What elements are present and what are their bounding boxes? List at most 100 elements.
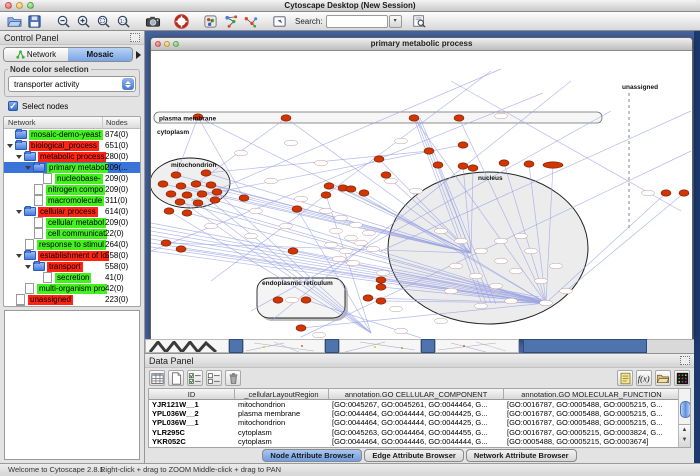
gene-node[interactable] — [376, 284, 386, 290]
gene-label-oval[interactable] — [495, 258, 508, 264]
gene-node[interactable] — [161, 240, 171, 246]
gene-label-oval[interactable] — [455, 238, 468, 244]
gene-node[interactable] — [363, 295, 373, 301]
gene-label-oval[interactable] — [313, 332, 326, 338]
advanced-search-icon[interactable] — [410, 13, 429, 30]
gene-label-oval[interactable] — [445, 288, 458, 294]
gene-node[interactable] — [171, 172, 181, 178]
tree-row[interactable]: multi-organism pro42(0) — [4, 283, 140, 294]
tree-row[interactable]: cell communicat22(0) — [4, 228, 140, 239]
save-icon[interactable] — [25, 13, 44, 30]
unselect-attributes-icon[interactable] — [206, 370, 222, 386]
formula-icon[interactable]: f(x) — [636, 370, 652, 386]
gene-label-oval[interactable] — [435, 318, 448, 324]
table-row[interactable]: YLR295Ccytoplasm[GO:0045263, GO:0044464,… — [149, 428, 690, 437]
gene-label-oval[interactable] — [250, 208, 263, 214]
disclosure-triangle-icon[interactable] — [16, 254, 22, 258]
tab-network-attribute-browser[interactable]: Network Attribute Browser — [466, 449, 577, 462]
float-panel-icon[interactable] — [130, 33, 140, 42]
minimized-windows-strip[interactable] — [145, 339, 694, 353]
gene-label-oval[interactable] — [355, 240, 368, 246]
gene-label-oval[interactable] — [245, 233, 258, 239]
tree-column-network[interactable]: Network — [4, 117, 103, 128]
gene-label-oval[interactable] — [395, 138, 408, 144]
new-attribute-icon[interactable] — [168, 370, 184, 386]
tab-network[interactable]: Network — [4, 48, 68, 61]
layout-network-icon[interactable] — [221, 13, 240, 30]
tree-row[interactable]: nucleobase-209(0) — [4, 173, 140, 184]
gene-label-oval[interactable] — [330, 228, 343, 234]
gene-label-oval[interactable] — [265, 178, 278, 184]
network-canvas[interactable]: plasma membranecytoplasmmitochondrionnuc… — [151, 51, 692, 339]
gene-node[interactable] — [458, 142, 468, 148]
table-scrollbar[interactable]: ▲▼ — [678, 389, 690, 447]
tree-row[interactable]: response to stimul264(0) — [4, 239, 140, 250]
table-row[interactable]: YPL036W__2plasma membrane[GO:0044464, GO… — [149, 409, 690, 418]
tree-row[interactable]: primary metabol209(... — [4, 162, 140, 173]
gene-node[interactable] — [381, 172, 391, 178]
gene-node[interactable] — [182, 192, 192, 198]
minimized-window-thumbnail[interactable] — [435, 339, 519, 353]
column-header[interactable]: annotation.GO CELLULAR_COMPONENT — [329, 389, 504, 400]
table-row[interactable]: YKR052Ccytoplasm[GO:0044464, GO:0044446,… — [149, 437, 690, 446]
disclosure-triangle-icon[interactable] — [25, 166, 31, 170]
minimized-window-thumbnail[interactable] — [243, 339, 325, 353]
tree-row[interactable]: unassigned223(0) — [4, 294, 140, 305]
gene-node[interactable] — [679, 190, 689, 196]
minimized-window-bar[interactable] — [421, 339, 435, 353]
gene-node[interactable] — [296, 325, 306, 331]
tree-row[interactable]: cellular metabol209(0) — [4, 217, 140, 228]
column-header[interactable]: ID — [149, 389, 235, 400]
gene-node[interactable] — [359, 190, 369, 196]
gene-label-oval[interactable] — [470, 273, 483, 279]
gene-label-oval[interactable] — [333, 256, 346, 262]
tab-node-attribute-browser[interactable]: Node Attribute Browser — [262, 449, 362, 462]
gene-label-oval[interactable] — [235, 150, 248, 156]
tab-edge-attribute-browser[interactable]: Edge Attribute Browser — [364, 449, 463, 462]
disclosure-triangle-icon[interactable] — [16, 155, 22, 159]
gene-label-oval[interactable] — [475, 248, 488, 254]
gene-node[interactable] — [193, 200, 203, 206]
birds-eye-view[interactable] — [4, 310, 140, 460]
gene-label-oval[interactable] — [205, 223, 218, 229]
float-panel-icon[interactable] — [680, 356, 690, 365]
gene-node[interactable] — [433, 162, 443, 168]
gene-label-oval[interactable] — [515, 233, 528, 239]
column-header[interactable]: annotation.GO MOLECULAR_FUNCTION — [504, 389, 680, 400]
gene-label-oval[interactable] — [345, 235, 358, 241]
zoom-selected-icon[interactable] — [94, 13, 113, 30]
gene-label-oval[interactable] — [340, 248, 353, 254]
gene-node[interactable] — [288, 248, 298, 254]
gene-label-oval[interactable] — [540, 300, 553, 306]
gene-node[interactable] — [175, 199, 185, 205]
annotation-notes-icon[interactable] — [617, 370, 633, 386]
gene-node[interactable] — [543, 162, 563, 168]
gene-node[interactable] — [182, 210, 192, 216]
network-view-window[interactable]: primary metabolic process plasma membran… — [150, 37, 693, 339]
gene-node[interactable] — [191, 181, 201, 187]
tree-column-nodes[interactable]: Nodes — [103, 117, 140, 128]
help-icon[interactable] — [172, 13, 191, 30]
gene-node[interactable] — [458, 163, 468, 169]
scrollbar-arrows[interactable]: ▲▼ — [679, 424, 690, 447]
gene-label-oval[interactable] — [525, 248, 538, 254]
gene-label-oval[interactable] — [325, 242, 338, 248]
gene-node[interactable] — [210, 197, 220, 203]
gene-node[interactable] — [346, 186, 356, 192]
gene-label-oval[interactable] — [510, 268, 523, 274]
layout-organic-icon[interactable] — [241, 13, 260, 30]
annotation-icon[interactable] — [270, 13, 289, 30]
gene-node[interactable] — [324, 183, 334, 189]
gene-node[interactable] — [176, 246, 186, 252]
node-color-dropdown[interactable]: transporter activity — [8, 76, 136, 92]
gene-label-oval[interactable] — [363, 230, 376, 236]
gene-node[interactable] — [499, 160, 509, 166]
gene-node[interactable] — [468, 165, 478, 171]
gene-node[interactable] — [292, 206, 302, 212]
gene-node[interactable] — [376, 298, 386, 304]
gene-label-oval[interactable] — [410, 188, 423, 194]
tree-row[interactable]: mosaic-demo-yeast874(0) — [4, 129, 140, 140]
search-dropdown-arrow[interactable]: ▾ — [389, 15, 402, 28]
gene-node[interactable] — [374, 156, 384, 162]
gene-label-oval[interactable] — [395, 328, 408, 334]
